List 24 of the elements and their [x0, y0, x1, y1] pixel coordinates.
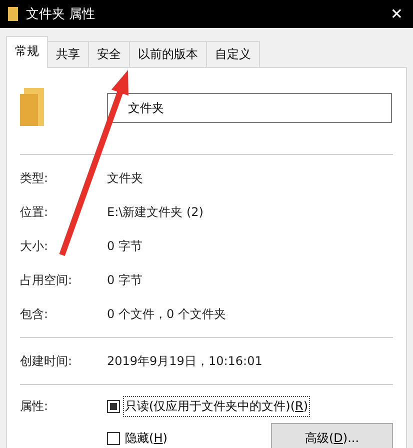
field-label: 属性:: [20, 398, 50, 414]
field-value: 0 个文件，0 个文件夹: [107, 306, 226, 322]
checkbox-label[interactable]: 隐藏(H): [124, 428, 168, 448]
checkbox[interactable]: [107, 432, 120, 444]
window-title: 文件夹 属性: [26, 6, 96, 23]
tab[interactable]: 自定义: [206, 41, 260, 68]
advanced-button[interactable]: 高级(D)...: [271, 423, 393, 448]
field-label: 位置:: [20, 204, 50, 220]
field-label: 创建时间:: [20, 352, 74, 370]
folder-icon: [8, 7, 18, 21]
tab[interactable]: 常规: [6, 36, 48, 68]
close-button[interactable]: ✕: [390, 5, 403, 23]
checkbox-label[interactable]: 只读(仅应用于文件夹中的文件)(R): [124, 396, 310, 416]
field-value: E:\新建文件夹 (2): [107, 204, 204, 220]
checkbox[interactable]: [107, 400, 120, 412]
field-value: 0 字节: [107, 272, 142, 288]
field-value: 0 字节: [107, 238, 142, 254]
name-field[interactable]: 文件夹: [107, 93, 392, 123]
field-label: 类型:: [20, 170, 50, 186]
field-label: 包含:: [20, 306, 50, 322]
field-label: 大小:: [20, 238, 50, 254]
field-value: 2019年9月19日，10:16:01: [107, 352, 262, 370]
field-label: 占用空间:: [20, 272, 74, 288]
field-value: 文件夹: [107, 170, 143, 186]
